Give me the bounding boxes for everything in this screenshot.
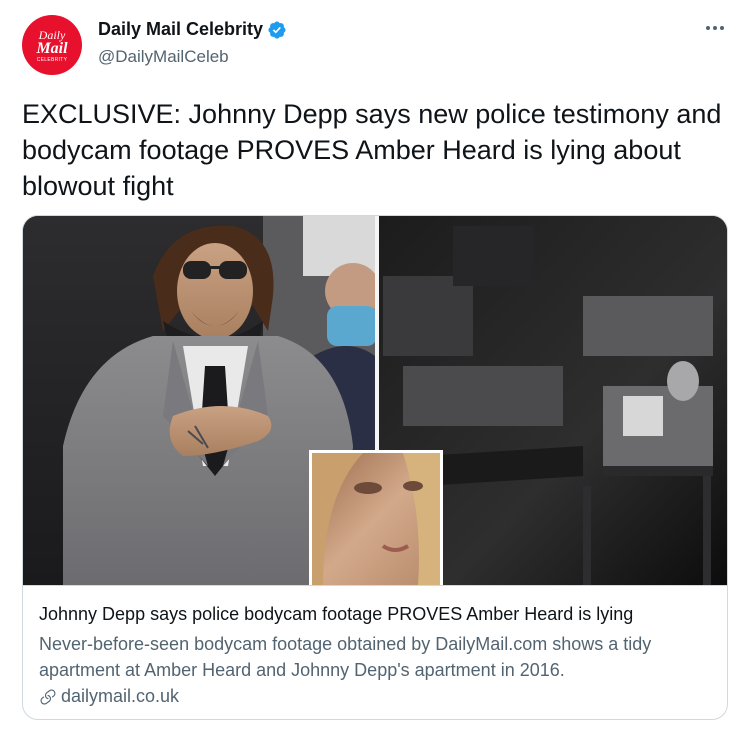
avatar-text-line-2: Mail	[36, 39, 68, 57]
card-domain[interactable]: dailymail.co.uk	[39, 686, 179, 707]
author-name-row[interactable]: Daily Mail Celebrity	[98, 19, 287, 40]
avatar[interactable]: Daily Mail CELEBRITY	[22, 15, 82, 75]
tweet: Daily Mail CELEBRITY Daily Mail Celebrit…	[0, 0, 745, 740]
card-image[interactable]	[23, 216, 727, 585]
link-card[interactable]: Johnny Depp says police bodycam footage …	[22, 215, 728, 720]
display-name[interactable]: Daily Mail Celebrity	[98, 19, 263, 40]
card-description: Never-before-seen bodycam footage obtain…	[39, 634, 652, 680]
card-domain-text: dailymail.co.uk	[61, 686, 180, 706]
card-image-collage	[23, 216, 727, 585]
avatar-text-line-3: CELEBRITY	[36, 56, 68, 63]
more-dots-icon[interactable]	[703, 16, 727, 40]
handle[interactable]: @DailyMailCeleb	[98, 47, 229, 67]
tweet-text: EXCLUSIVE: Johnny Depp says new police t…	[22, 99, 722, 201]
avatar-text-line-1: Daily	[38, 27, 66, 42]
card-title[interactable]: Johnny Depp says police bodycam footage …	[39, 604, 633, 625]
card-info[interactable]: Johnny Depp says police bodycam footage …	[23, 585, 727, 719]
verified-badge-icon	[268, 20, 286, 39]
link-icon	[40, 689, 56, 705]
